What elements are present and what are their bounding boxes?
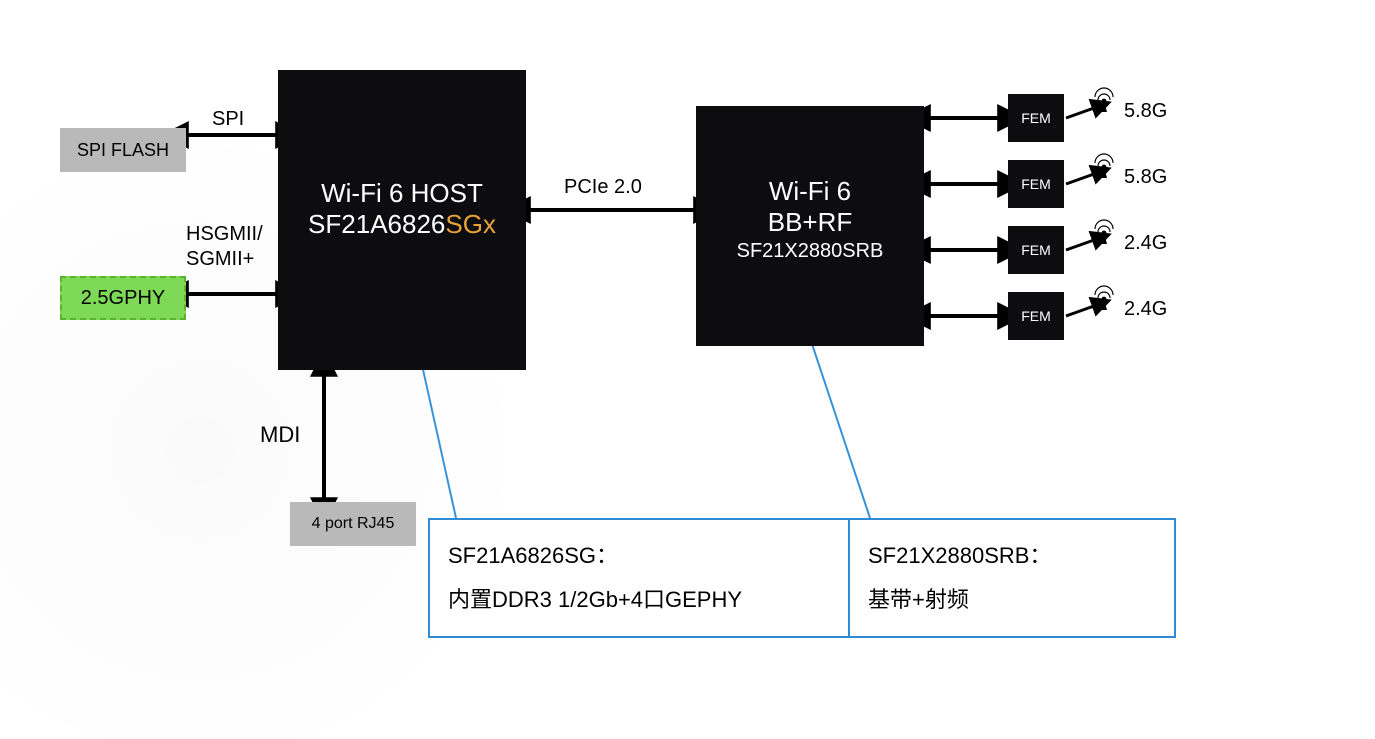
bb-partno: SF21X2880SRB — [696, 240, 924, 263]
callout-host: SF21A6826SG： 内置DDR3 1/2Gb+4口GEPHY — [428, 518, 856, 638]
block-fem-3: FEM — [1008, 226, 1064, 274]
callout-host-title: SF21A6826SG： — [448, 534, 836, 578]
label-5p8g-2: 5.8G — [1124, 166, 1167, 189]
block-wifi6-bbrf: Wi-Fi 6 BB+RF SF21X2880SRB — [696, 106, 924, 346]
label-spi: SPI — [212, 108, 244, 131]
label-hsgmii: HSGMII/ SGMII+ — [186, 222, 263, 272]
label-2p4g-2: 2.4G — [1124, 298, 1167, 321]
host-partno: SF21A6826SGx — [278, 209, 526, 240]
callout-host-body: 内置DDR3 1/2Gb+4口GEPHY — [448, 578, 836, 622]
bb-title2: BB+RF — [696, 207, 924, 238]
block-fem-4: FEM — [1008, 292, 1064, 340]
callout-bb-body: 基带+射频 — [868, 578, 1156, 622]
label-5p8g-1: 5.8G — [1124, 100, 1167, 123]
bb-title1: Wi-Fi 6 — [696, 106, 924, 207]
block-2p5g-phy: 2.5GPHY — [60, 276, 186, 320]
label-mdi: MDI — [260, 422, 300, 448]
host-partno-base: SF21A6826 — [308, 209, 445, 239]
host-partno-suffix: SGx — [445, 209, 496, 239]
block-wifi6-host: Wi-Fi 6 HOST SF21A6826SGx — [278, 70, 526, 370]
label-pcie: PCIe 2.0 — [564, 176, 642, 199]
host-title: Wi-Fi 6 HOST — [278, 70, 526, 209]
block-spi-flash: SPI FLASH — [60, 128, 186, 172]
block-fem-2: FEM — [1008, 160, 1064, 208]
label-2p4g-1: 2.4G — [1124, 232, 1167, 255]
block-fem-1: FEM — [1008, 94, 1064, 142]
block-rj45: 4 port RJ45 — [290, 502, 416, 546]
callout-bb: SF21X2880SRB： 基带+射频 — [848, 518, 1176, 638]
callout-bb-title: SF21X2880SRB： — [868, 534, 1156, 578]
